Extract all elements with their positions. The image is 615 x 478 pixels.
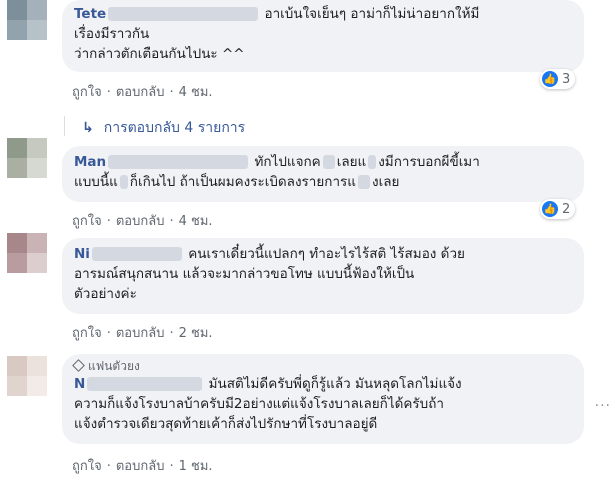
comment-actions: ถูกใจ · ตอบกลับ · 4 ชม. [72, 210, 213, 231]
reply-link[interactable]: ตอบกลับ [116, 214, 165, 229]
avatar[interactable] [7, 356, 47, 396]
reply-link[interactable]: ตอบกลับ [116, 326, 165, 341]
comment-author[interactable]: Tete [74, 6, 106, 22]
like-link[interactable]: ถูกใจ [72, 214, 102, 229]
comment-text: อาเบ้นใจเย็นๆ อาม่าก็ไม่น่าอยากให้มี [264, 6, 480, 22]
comment-text: งเลย [372, 174, 400, 190]
separator-dot: · [169, 459, 174, 474]
separator-dot: · [106, 459, 111, 474]
comment-time[interactable]: 1 ชม. [179, 459, 213, 474]
reply-arrow-icon: ↳ [82, 120, 94, 136]
comment-line: N มันสติไม่ดีครับพี่ดูก็รู้แล้ว มันหลุดโ… [74, 374, 572, 394]
separator-dot: · [106, 326, 111, 341]
comment-author[interactable]: N [74, 376, 85, 392]
redacted-name [91, 247, 182, 261]
top-fan-badge: แฟนตัวยง [72, 358, 572, 374]
avatar[interactable] [7, 138, 47, 178]
comment-bubble: Tete อาเบ้นใจเย็นๆ อาม่าก็ไม่น่าอยากให้ม… [62, 0, 584, 72]
comment-text: อารมณ์สนุกสนาน แล้วจะมากล่าวขอโทษ แบบนี้… [74, 266, 415, 282]
comment-line: Tete อาเบ้นใจเย็นๆ อาม่าก็ไม่น่าอยากให้ม… [74, 4, 572, 24]
separator-dot: · [106, 214, 111, 229]
separator-dot: · [106, 85, 111, 100]
view-replies-link[interactable]: ↳ การตอบกลับ 4 รายการ [82, 117, 245, 139]
redacted-text [119, 175, 128, 189]
thumbs-up-icon: 👍 [542, 201, 558, 217]
reaction-count: 2 [562, 201, 571, 217]
comment-bubble: Ni คนเราเดี๋ยวนี้แปลกๆ ทำอะไรไร้สติ ไร้ส… [62, 238, 584, 314]
diamond-icon [72, 359, 85, 372]
reply-link[interactable]: ตอบกลับ [116, 459, 165, 474]
comment-author[interactable]: Man [74, 154, 106, 170]
comment-time[interactable]: 4 ชม. [179, 85, 213, 100]
redacted-name [108, 155, 249, 169]
comment-text: คนเราเดี๋ยวนี้แปลกๆ ทำอะไรไร้สติ ไร้สมอง… [188, 246, 465, 262]
comment-actions: ถูกใจ · ตอบกลับ · 4 ชม. [72, 81, 213, 102]
comment-text: เรื่องมีราวกัน [74, 26, 150, 42]
comment-text: ตัวอย่างค่ะ [74, 286, 137, 302]
comment-time[interactable]: 4 ชม. [179, 214, 213, 229]
separator-dot: · [169, 326, 174, 341]
view-replies-label: การตอบกลับ 4 รายการ [103, 120, 246, 136]
badge-label: แฟนตัวยง [88, 359, 140, 373]
redacted-name [87, 377, 203, 391]
comment-text: งมีการบอกผีขี้เมา [378, 154, 480, 170]
reaction-summary[interactable]: 👍 3 [540, 69, 576, 89]
reply-link[interactable]: ตอบกลับ [116, 85, 165, 100]
redacted-text [358, 175, 370, 189]
avatar[interactable] [7, 233, 47, 273]
like-link[interactable]: ถูกใจ [72, 85, 102, 100]
comment-actions: ถูกใจ · ตอบกลับ · 1 ชม. [72, 455, 213, 476]
like-link[interactable]: ถูกใจ [72, 459, 102, 474]
comment-text: ความก็แจ้งโรงบาลบ้าครับมี2อย่างแต่แจ้งโร… [74, 396, 444, 412]
like-link[interactable]: ถูกใจ [72, 326, 102, 341]
comment-text: ทักไปแจกค [254, 154, 321, 170]
separator-dot: · [169, 85, 174, 100]
separator-dot: · [169, 214, 174, 229]
comment-line: Ni คนเราเดี๋ยวนี้แปลกๆ ทำอะไรไร้สติ ไร้ส… [74, 244, 572, 264]
comment-time[interactable]: 2 ชม. [179, 326, 213, 341]
comment-text: ก็เกินไป ถ้าเป็นผมคงระเบิดลงรายการแ [129, 174, 356, 190]
comment-text: ว่ากล่าวตักเตือนกันไปนะ ^^ [74, 46, 245, 62]
comment-text: เลยแ [336, 154, 367, 170]
comment-text: แบบนี้แ [74, 174, 118, 190]
comment-text: มันสติไม่ดีครับพี่ดูก็รู้แล้ว มันหลุดโลก… [208, 376, 462, 392]
redacted-text [322, 155, 335, 169]
comment-line: Man ทักไปแจกค เลยแ งมีการบอกผีขี้เมา [74, 152, 572, 172]
thread-line [64, 116, 65, 136]
reaction-count: 3 [562, 71, 571, 87]
comment-author[interactable]: Ni [74, 246, 90, 262]
avatar[interactable] [7, 0, 47, 40]
comment-actions: ถูกใจ · ตอบกลับ · 2 ชม. [72, 322, 213, 343]
reaction-summary[interactable]: 👍 2 [540, 199, 576, 219]
comment-bubble: แฟนตัวยง N มันสติไม่ดีครับพี่ดูก็รู้แล้ว… [62, 354, 584, 444]
redacted-name [108, 7, 259, 21]
redacted-text [368, 155, 377, 169]
more-options-icon[interactable]: ··· [595, 398, 611, 414]
thumbs-up-icon: 👍 [542, 71, 558, 87]
comment-text: แจ้งตำรวจเดียวสุดท้ายเค้าก็ส่งไปรักษาที่… [74, 416, 378, 432]
comment-line: แบบนี้แ ก็เกินไป ถ้าเป็นผมคงระเบิดลงรายกา… [74, 172, 572, 192]
comment-bubble: Man ทักไปแจกค เลยแ งมีการบอกผีขี้เมา แบบนี… [62, 146, 584, 202]
